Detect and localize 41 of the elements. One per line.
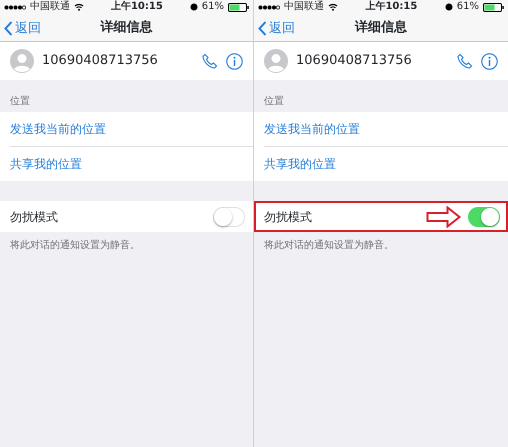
location-link[interactable]: 发送我当前的位置 (10, 112, 253, 147)
back-chevron-icon (258, 21, 267, 36)
wifi-icon (74, 3, 84, 11)
phone-icon[interactable] (457, 53, 473, 69)
alarm-icon (190, 3, 198, 11)
battery-percent: 61% (202, 2, 224, 12)
carrier-name: 中国联通 (284, 2, 324, 12)
signal-icon (4, 4, 26, 10)
phone-number: 10690408713756 (42, 52, 159, 70)
avatar-icon (10, 49, 34, 73)
toggle-switch[interactable] (468, 206, 500, 226)
info-icon[interactable] (226, 52, 243, 70)
signal-icon (258, 4, 280, 10)
battery-icon (482, 2, 504, 12)
status-time: 上午10:15 (365, 2, 418, 12)
back-button[interactable]: 返回 (4, 19, 41, 38)
setting-label: 勿扰模式 (10, 208, 59, 226)
footnote: 将此对话的通知设置为静音。 (263, 238, 395, 253)
battery-icon (228, 2, 249, 12)
back-chevron-icon (4, 21, 13, 36)
location-link[interactable]: 发送我当前的位置 (264, 112, 508, 147)
wifi-icon (328, 3, 338, 11)
back-button[interactable]: 返回 (258, 19, 295, 38)
status-time: 上午10:15 (110, 2, 163, 12)
section-header: 位置 (9, 94, 31, 109)
navigation-title: 详细信息 (355, 18, 407, 37)
info-icon[interactable] (481, 52, 498, 70)
navigation-title: 详细信息 (100, 18, 152, 37)
section-header: 位置 (263, 94, 285, 109)
avatar-icon (264, 49, 288, 73)
setting-label: 勿扰模式 (264, 208, 313, 226)
location-link[interactable]: 共享我的位置 (10, 147, 253, 181)
toggle-switch[interactable] (213, 206, 245, 226)
phone-icon[interactable] (202, 53, 218, 69)
footnote: 将此对话的通知设置为静音。 (9, 238, 141, 253)
phone-number: 10690408713756 (296, 52, 413, 70)
location-link[interactable]: 共享我的位置 (264, 147, 508, 181)
battery-percent: 61% (456, 2, 479, 12)
carrier-name: 中国联通 (30, 2, 70, 12)
alarm-icon (444, 3, 453, 11)
arrow-icon (426, 206, 462, 228)
